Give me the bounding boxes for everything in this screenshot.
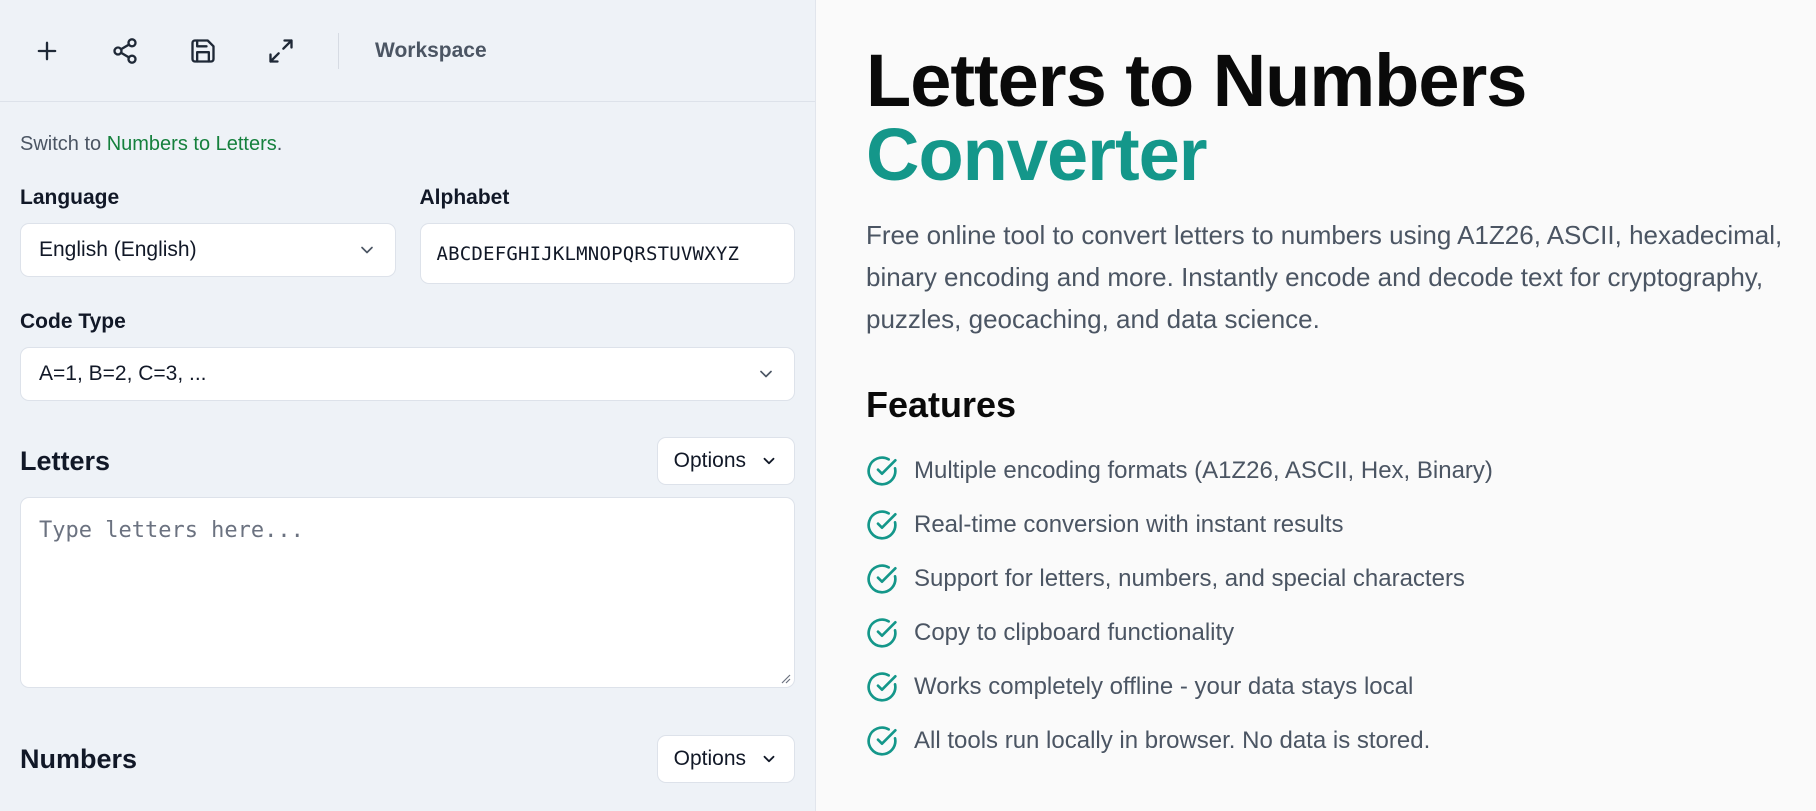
chevron-down-icon [760, 370, 772, 378]
numbers-title: Numbers [20, 743, 138, 774]
check-circle-icon [867, 618, 897, 648]
feature-item: Copy to clipboard functionality [866, 606, 1766, 660]
language-select[interactable]: English (English) [20, 223, 396, 277]
language-label: Language [20, 186, 120, 209]
language-field: Language English (English) [20, 186, 396, 284]
alphabet-field: Alphabet ABCDEFGHIJKLMNOPQRSTUVWXYZ [419, 186, 795, 284]
new-button[interactable] [26, 30, 68, 72]
check-circle-icon [867, 510, 897, 540]
check-circle-icon [867, 726, 897, 756]
share-button[interactable] [104, 30, 146, 72]
feature-item: Real-time conversion with instant result… [866, 498, 1766, 552]
page-title: Letters to Numbers Converter [866, 44, 1766, 192]
chevron-down-icon [360, 246, 373, 254]
fullscreen-button[interactable] [260, 30, 302, 72]
alphabet-label: Alphabet [419, 186, 510, 209]
check-circle-icon [867, 672, 897, 702]
share-icon [113, 37, 137, 64]
letters-placeholder: Type letters here... [39, 518, 304, 543]
feature-text: All tools run locally in browser. No dat… [914, 727, 1431, 754]
title-line-1: Letters to Numbers [866, 39, 1527, 122]
letters-title: Letters [20, 445, 111, 476]
save-button[interactable] [182, 30, 224, 72]
code-type-field: Code Type A=1, B=2, C=3, ... [20, 310, 795, 401]
code-type-value: A=1, B=2, C=3, ... [39, 362, 207, 385]
numbers-options-label: Options [673, 747, 746, 770]
letters-options-button[interactable]: Options [656, 437, 795, 485]
code-type-select[interactable]: A=1, B=2, C=3, ... [20, 347, 795, 401]
check-circle-icon [867, 456, 897, 486]
save-icon [191, 38, 215, 63]
letters-input[interactable]: Type letters here... [20, 497, 795, 688]
expand-icon [269, 38, 293, 63]
feature-text: Real-time conversion with instant result… [914, 511, 1344, 538]
feature-item: All tools run locally in browser. No dat… [866, 714, 1766, 768]
chevron-down-icon [763, 457, 775, 465]
features-list: Multiple encoding formats (A1Z26, ASCII,… [866, 444, 1766, 768]
language-value: English (English) [39, 238, 197, 261]
chevron-down-icon [763, 755, 775, 763]
page-description: Free online tool to convert letters to n… [866, 220, 1783, 334]
letters-header: Letters Options [20, 437, 795, 485]
numbers-options-button[interactable]: Options [656, 735, 795, 783]
switch-prefix: Switch to [20, 133, 107, 155]
feature-text: Copy to clipboard functionality [914, 619, 1235, 646]
letters-options-label: Options [673, 449, 746, 472]
feature-text: Works completely offline - your data sta… [914, 673, 1414, 700]
feature-item: Works completely offline - your data sta… [866, 660, 1766, 714]
language-alphabet-row: Language English (English) Alphabet ABCD… [20, 186, 795, 284]
toolbar: Workspace [0, 0, 815, 102]
numbers-to-letters-link[interactable]: Numbers to Letters [107, 133, 277, 155]
feature-item: Support for letters, numbers, and specia… [866, 552, 1766, 606]
toolbar-divider [338, 32, 339, 69]
form-panel: Switch to Numbers to Letters. Language E… [0, 133, 815, 783]
switch-suffix: . [276, 133, 283, 155]
info-panel: Letters to Numbers Converter Free online… [866, 0, 1782, 768]
alphabet-input[interactable]: ABCDEFGHIJKLMNOPQRSTUVWXYZ [419, 223, 795, 284]
feature-item: Multiple encoding formats (A1Z26, ASCII,… [866, 444, 1766, 498]
workspace-label[interactable]: Workspace [375, 39, 487, 63]
features-title: Features [866, 384, 1017, 425]
code-type-label: Code Type [20, 310, 126, 333]
check-circle-icon [867, 564, 897, 594]
numbers-section: Numbers Options [20, 735, 795, 783]
title-line-2: Converter [866, 113, 1208, 196]
numbers-header: Numbers Options [20, 735, 795, 783]
letters-section: Letters Options Type letters here... [20, 437, 795, 688]
converter-panel: Workspace Switch to Numbers to Letters. … [0, 0, 816, 811]
plus-icon [37, 41, 57, 60]
feature-text: Multiple encoding formats (A1Z26, ASCII,… [914, 457, 1493, 484]
switch-line: Switch to Numbers to Letters. [20, 133, 795, 156]
feature-text: Support for letters, numbers, and specia… [914, 565, 1465, 592]
resize-handle-icon[interactable] [779, 672, 791, 684]
